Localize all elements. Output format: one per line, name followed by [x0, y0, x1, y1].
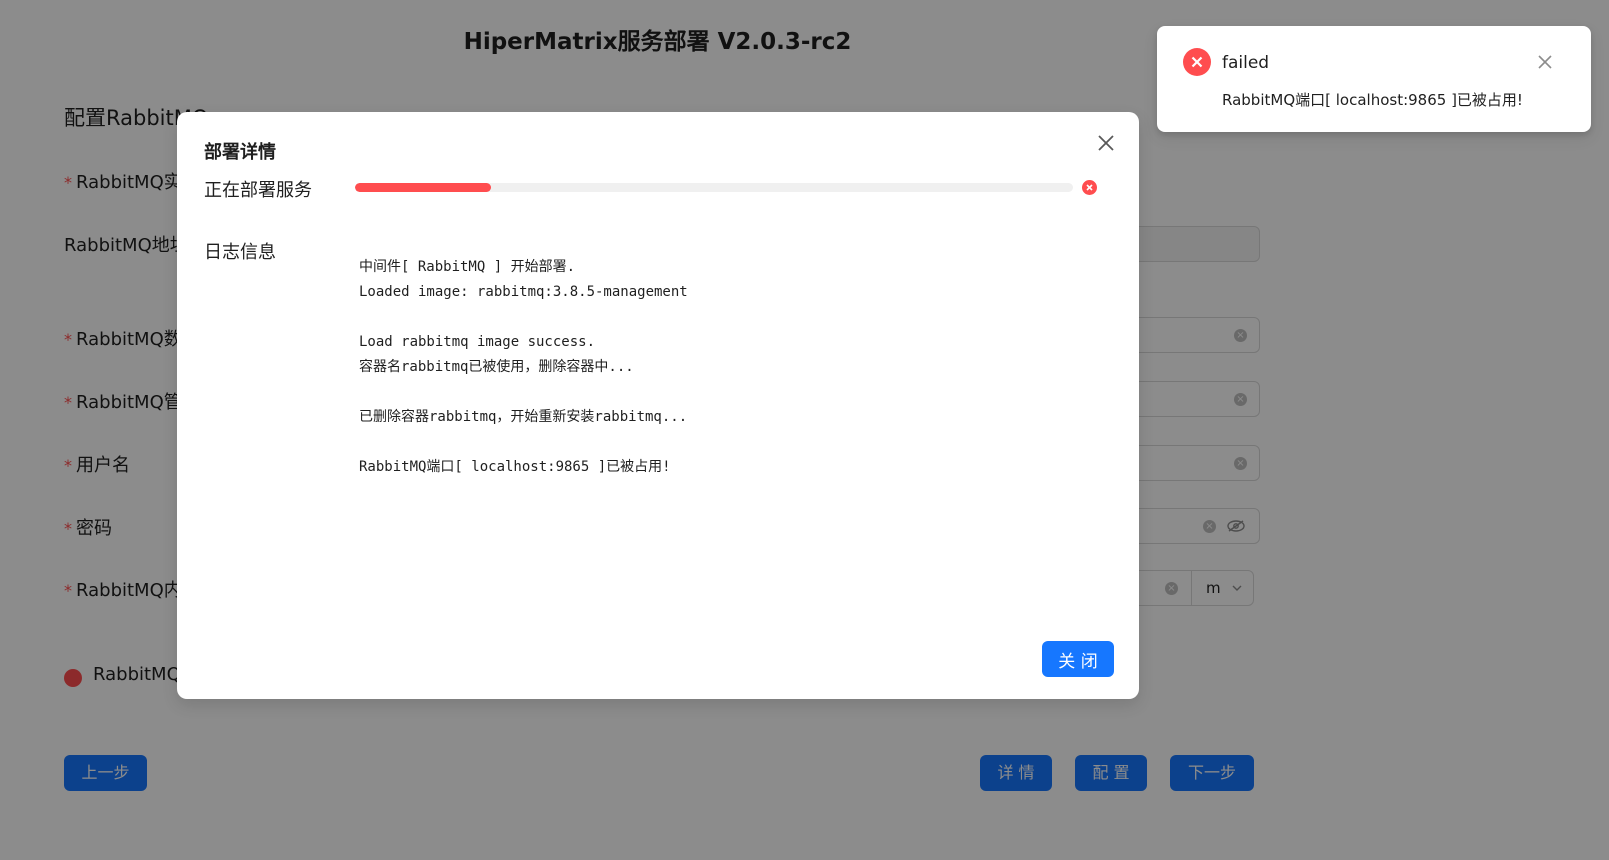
log-label: 日志信息 [204, 242, 276, 263]
close-icon[interactable] [1095, 132, 1117, 154]
modal-title: 部署详情 [204, 142, 276, 163]
log-line: 容器名rabbitmq已被使用，删除容器中... [359, 359, 634, 375]
progress-label: 正在部署服务 [204, 180, 312, 201]
log-line: Loaded image: rabbitmq:3.8.5-management [359, 284, 688, 300]
log-line: RabbitMQ端口[ localhost:9865 ]已被占用! [359, 459, 671, 475]
log-line: 已删除容器rabbitmq，开始重新安装rabbitmq... [359, 409, 688, 425]
progress-fill [355, 183, 492, 192]
log-output: 中间件[ RabbitMQ ] 开始部署. Loaded image: rabb… [359, 255, 1099, 480]
notification-title: failed [1222, 53, 1270, 73]
deploy-details-modal: 部署详情 正在部署服务 日志信息 中间件[ RabbitMQ ] 开始部署. L… [177, 112, 1139, 699]
log-line: 中间件[ RabbitMQ ] 开始部署. [359, 259, 576, 275]
modal-close-button[interactable]: 关 闭 [1042, 641, 1114, 677]
error-notification: failed RabbitMQ端口[ localhost:9865 ]已被占用! [1157, 26, 1591, 132]
log-line: Load rabbitmq image success. [359, 334, 596, 350]
close-icon[interactable] [1537, 54, 1553, 70]
error-icon [1082, 180, 1097, 195]
error-icon [1183, 48, 1211, 76]
notification-description: RabbitMQ端口[ localhost:9865 ]已被占用! [1222, 91, 1523, 109]
progress-bar [355, 183, 1073, 192]
